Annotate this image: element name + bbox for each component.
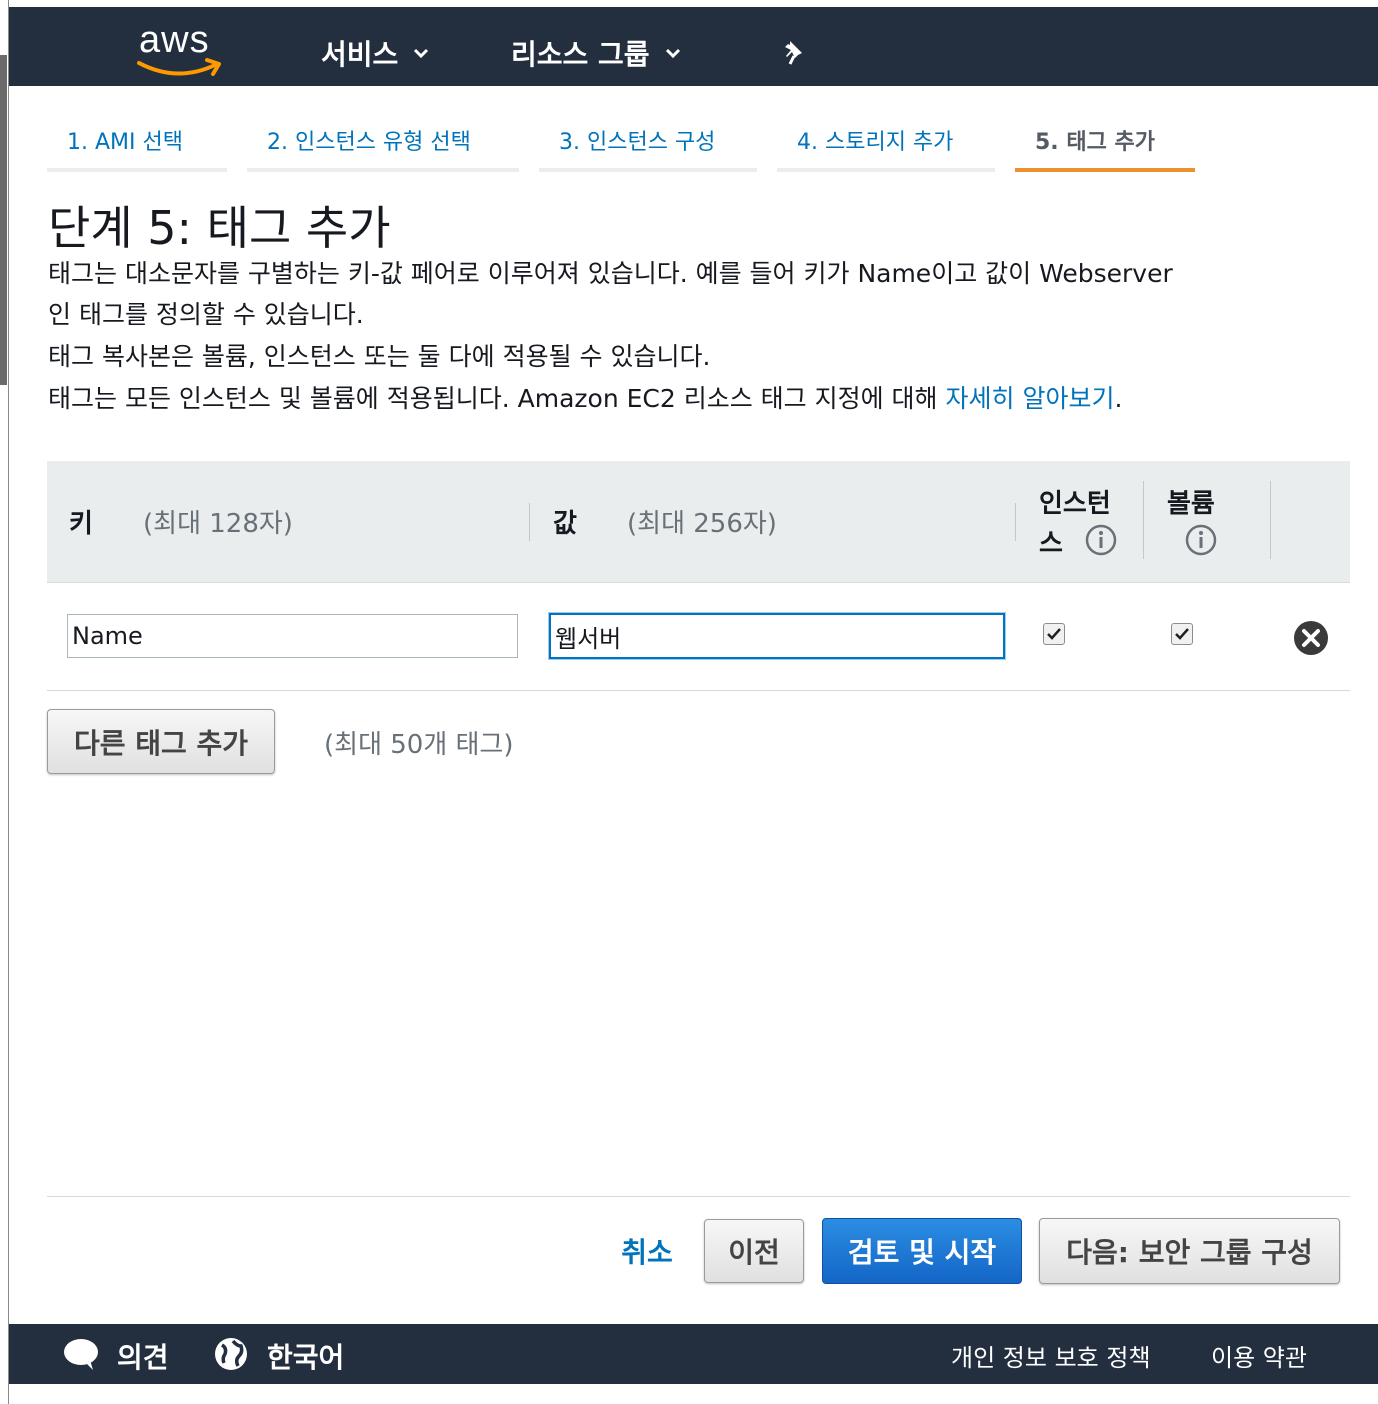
- column-divider: [1143, 481, 1144, 559]
- step-instance-type[interactable]: 2. 인스턴스 유형 선택: [247, 88, 519, 172]
- divider: [47, 1196, 1350, 1197]
- description-line-1: 태그는 대소문자를 구별하는 키-값 페어로 이루어져 있습니다. 예를 들어 …: [48, 259, 1173, 288]
- privacy-policy-link[interactable]: 개인 정보 보호 정책: [951, 1338, 1151, 1373]
- aws-smile-icon: [137, 58, 221, 76]
- chevron-down-icon: [665, 48, 680, 59]
- resource-groups-menu[interactable]: 리소스 그룹: [511, 33, 682, 73]
- volumes-column-header: 볼륨: [1167, 489, 1215, 519]
- max-tags-hint: (최대 50개 태그): [324, 730, 514, 760]
- description-line-3: 태그 복사본은 볼륨, 인스턴스 또는 둘 다에 적용될 수 있습니다.: [48, 342, 711, 371]
- background-window-sliver: [0, 55, 7, 385]
- period: .: [1114, 384, 1123, 413]
- volumes-checkbox[interactable]: [1171, 623, 1193, 645]
- remove-tag-icon[interactable]: [1293, 620, 1329, 656]
- step-label: 5. 태그 추가: [1035, 130, 1155, 155]
- pin-icon[interactable]: [781, 37, 811, 69]
- step-add-storage[interactable]: 4. 스토리지 추가: [777, 88, 995, 172]
- language-selector[interactable]: 한국어: [267, 1336, 344, 1376]
- services-menu[interactable]: 서비스: [321, 33, 430, 73]
- feedback-bubble-icon: [64, 1339, 98, 1370]
- terms-of-use-link[interactable]: 이용 약관: [1211, 1338, 1307, 1373]
- previous-button[interactable]: 이전: [704, 1219, 804, 1283]
- table-row: [47, 583, 1350, 691]
- step-configure-instance[interactable]: 3. 인스턴스 구성: [539, 88, 757, 172]
- column-divider: [529, 503, 530, 541]
- checkmark-icon: [1175, 628, 1189, 640]
- review-and-launch-button[interactable]: 검토 및 시작: [822, 1218, 1022, 1284]
- chevron-down-icon: [414, 48, 429, 59]
- instances-column-header-wrap: 스: [1039, 529, 1063, 559]
- window-top-edge: [9, 0, 1378, 7]
- tag-key-input[interactable]: [67, 614, 518, 658]
- key-max-length-hint: (최대 128자): [143, 509, 293, 539]
- resource-groups-label: 리소스 그룹: [511, 38, 650, 71]
- console-footer: 의견 한국어 개인 정보 보호 정책 이용 약관: [9, 1324, 1378, 1384]
- add-tag-button[interactable]: 다른 태그 추가: [47, 709, 275, 774]
- top-nav-bar: aws 서비스 리소스 그룹: [9, 7, 1378, 86]
- checkmark-icon: [1047, 628, 1061, 640]
- feedback-link[interactable]: 의견: [117, 1336, 169, 1376]
- wizard-steps: 1. AMI 선택 2. 인스턴스 유형 선택 3. 인스턴스 구성 4. 스토…: [47, 88, 1207, 172]
- aws-logo[interactable]: aws: [129, 19, 229, 81]
- value-max-length-hint: (최대 256자): [627, 509, 777, 539]
- instances-column-header: 인스턴: [1039, 489, 1111, 519]
- key-column-header: 키: [69, 509, 93, 539]
- info-icon[interactable]: [1085, 524, 1117, 556]
- next-security-group-button[interactable]: 다음: 보안 그룹 구성: [1039, 1218, 1340, 1284]
- tag-value-input[interactable]: [549, 613, 1005, 659]
- step-label: 3. 인스턴스 구성: [559, 130, 716, 155]
- description-text: 태그는 모든 인스턴스 및 볼륨에 적용됩니다. Amazon EC2 리소스 …: [48, 384, 946, 413]
- services-label: 서비스: [321, 38, 399, 71]
- page-title: 단계 5: 태그 추가: [48, 201, 391, 255]
- instances-checkbox[interactable]: [1043, 623, 1065, 645]
- description-line-4: 태그는 모든 인스턴스 및 볼륨에 적용됩니다. Amazon EC2 리소스 …: [48, 379, 1122, 415]
- step-label: 1. AMI 선택: [67, 130, 183, 155]
- learn-more-link[interactable]: 자세히 알아보기: [946, 384, 1115, 413]
- step-label: 2. 인스턴스 유형 선택: [267, 130, 471, 155]
- cancel-button[interactable]: 취소: [612, 1219, 682, 1283]
- info-icon[interactable]: [1185, 524, 1217, 556]
- column-divider: [1015, 503, 1016, 541]
- step-label: 4. 스토리지 추가: [797, 130, 954, 155]
- globe-icon: [215, 1338, 247, 1370]
- aws-logo-text: aws: [139, 19, 210, 61]
- step-ami[interactable]: 1. AMI 선택: [47, 88, 227, 172]
- value-column-header: 값: [553, 509, 577, 539]
- column-divider: [1270, 481, 1271, 559]
- step-add-tags[interactable]: 5. 태그 추가: [1015, 88, 1195, 172]
- description-line-2: 인 태그를 정의할 수 있습니다.: [48, 300, 364, 329]
- tags-table-header: 키 (최대 128자) 값 (최대 256자) 인스턴 스 볼륨: [47, 461, 1350, 583]
